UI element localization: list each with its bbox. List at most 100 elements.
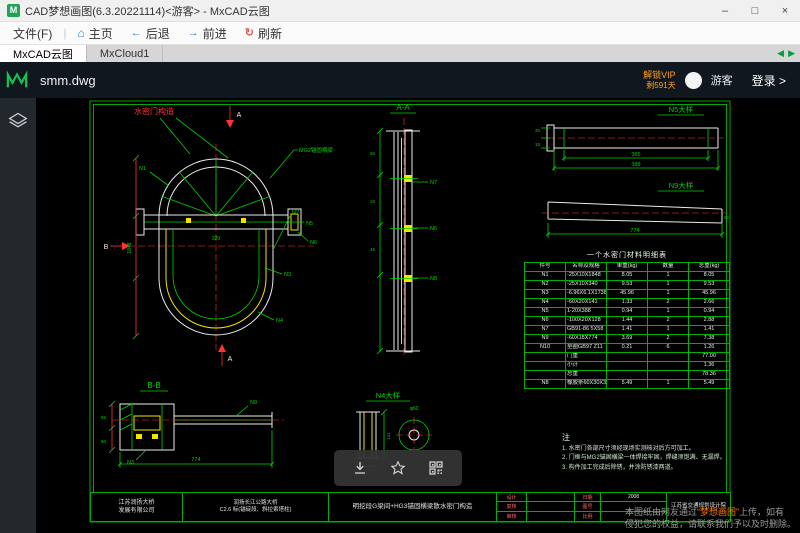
table-cell: 1.41 [607,326,648,335]
table-cell: 1-20X388 [566,308,607,317]
table-header-cell: 名称及规格 [566,263,607,272]
favorite-button[interactable] [386,456,410,480]
floating-toolbar [334,450,462,486]
drawing-label: N5大样 [669,104,694,114]
watermark-line2: 侵犯您的权益，请联系我们予以及时删除。 [625,518,796,530]
table-cell [525,371,566,380]
table-cell: 1 [648,290,689,299]
drawing-label: N9大样 [669,180,694,190]
table-cell: 2.88 [689,317,730,326]
drawing-label: 60 [101,439,107,444]
table-cell: 6 [648,344,689,353]
vip-text: 解锁VIP [643,70,676,80]
main-area: 水密门构造AABMG2锚固横梁N1N2N5N6N3N41848320A-A651… [0,98,800,533]
watermark-text: 本图纸由网友通过 [625,507,697,517]
watermark-line1: 本图纸由网友通过“梦想画图”上传，如有 [625,506,796,518]
watermark-highlight: “梦想画图” [697,507,739,517]
tab-scroll-left-icon[interactable]: ◀ [777,48,784,59]
table-cell [525,362,566,371]
drawing-label: N2 [292,210,299,216]
titlebar: M CAD梦想画图(6.3.20221114)<游客> - MxCAD云图 – … [0,0,800,22]
drawing-label: A-A [396,103,410,112]
table-cell: 1 [648,326,689,335]
table-row: N4-60X20X1411.3322.66 [525,299,730,308]
drawing-label: 水密门构造 [134,106,174,116]
table-cell: 5.49 [607,380,648,389]
table-row: N9-60X18X7743.6927.38 [525,335,730,344]
tab-mxcloud1[interactable]: MxCloud1 [87,45,164,62]
drawing-label: 65 [101,415,107,420]
drawing-label: 365 [631,152,640,158]
table-cell: N10 [525,344,566,353]
menu-forward[interactable]: →前进 [179,23,236,44]
table-cell [607,362,648,371]
drawing-label: N4 [276,318,283,324]
table-cell: -25X10X1848 [566,272,607,281]
home-icon: ⌂ [77,27,84,39]
titleblock-drawing-title: 明挖段G梁间+HG3锚固横梁散水密门构造 [329,493,497,521]
watermark-text: 上传，如有 [739,507,784,517]
titleblock-sign-grid: 设计复核审核 [497,493,575,521]
table-cell: 门重 [566,353,607,362]
table-cell: GB91-86 5X58 [566,326,607,335]
menu-back[interactable]: ←后退 [122,23,179,44]
project-line2: C2.6 标(锚碇段、斜拉索塔柱) [220,507,292,514]
drawing-label: 1848 [127,242,133,253]
note-item: 3. 构件加工完成后除锈，并涂防锈漆两道。 [562,464,734,473]
table-row: N6-100X20X1281.4422.88 [525,317,730,326]
table-cell: -25X10X340 [566,281,607,290]
company-line2: 发展有限公司 [118,507,154,515]
table-cell [607,371,648,380]
note-item: 1. 水密门各部尺寸须经现场实测核对后方可加工。 [562,445,734,454]
close-button[interactable]: × [770,0,800,21]
table-cell: 45.96 [689,290,730,299]
table-row: N51-20X3880.9410.94 [525,308,730,317]
layers-icon [8,111,28,131]
material-table-title: 一个水密门材料明细表 [524,250,730,260]
layers-button[interactable] [5,108,31,134]
tab-label: MxCloud1 [100,48,150,60]
vip-days: 剩591天 [643,81,676,90]
table-cell: N3 [525,290,566,299]
drawing-canvas[interactable]: 水密门构造AABMG2锚固横梁N1N2N5N6N3N41848320A-A651… [36,98,800,533]
login-button[interactable]: 登录 > [752,72,786,89]
drawing-label: N7 [430,180,437,186]
download-button[interactable] [348,456,372,480]
drawing-label: N3 [127,460,134,466]
qrcode-button[interactable] [424,456,448,480]
vip-promo[interactable]: 解锁VIP 剩591天 [643,70,676,90]
titleblock-field-label: 审核 [497,512,527,521]
tab-mxcad-cloud[interactable]: MxCAD云图 [0,45,87,62]
drawing-label: φ60 [410,406,419,412]
menu-file[interactable]: 文件(F) [4,23,61,44]
drawing-label: N4大样 [376,390,401,400]
table-row: N1-25X10X18488.0518.05 [525,272,730,281]
avatar[interactable] [685,72,702,89]
table-cell: 77.00 [689,353,730,362]
table-cell: 78.36 [689,371,730,380]
table-cell [607,353,648,362]
maximize-button[interactable]: □ [740,0,770,21]
table-header-row: 件号名称及规格单重(kg)数量总重(kg) [525,263,730,272]
mxcad-logo-icon[interactable] [0,62,34,98]
titleblock-field-value [527,493,574,502]
back-arrow-icon: ← [131,28,142,39]
watermark: 本图纸由网友通过“梦想画图”上传，如有 侵犯您的权益，请联系我们予以及时删除。 [625,506,796,530]
menu-refresh[interactable]: ↻刷新 [236,23,291,44]
table-cell: 0.94 [607,308,648,317]
menu-home-label: 主页 [89,25,113,42]
minimize-button[interactable]: – [710,0,740,21]
notes-block: 注 1. 水密门各部尺寸须经现场实测核对后方可加工。2. 门框与MG2锚固横梁一… [562,432,734,473]
section-aa-view [377,113,428,358]
download-icon [352,460,368,476]
table-cell: -60X20X141 [566,299,607,308]
table-cell: N8 [525,380,566,389]
drawing-label: N6 [430,226,437,232]
table-cell: 1 [648,308,689,317]
drawing-label: 774 [191,457,200,463]
tab-scroll-right-icon[interactable]: ▶ [788,48,795,59]
table-cell: N4 [525,299,566,308]
menu-home[interactable]: ⌂ 主页 [68,23,121,44]
table-header-cell: 单重(kg) [607,263,648,272]
titleblock-project: 润扬长江公路大桥 C2.6 标(锚碇段、斜拉索塔柱) [183,493,329,521]
